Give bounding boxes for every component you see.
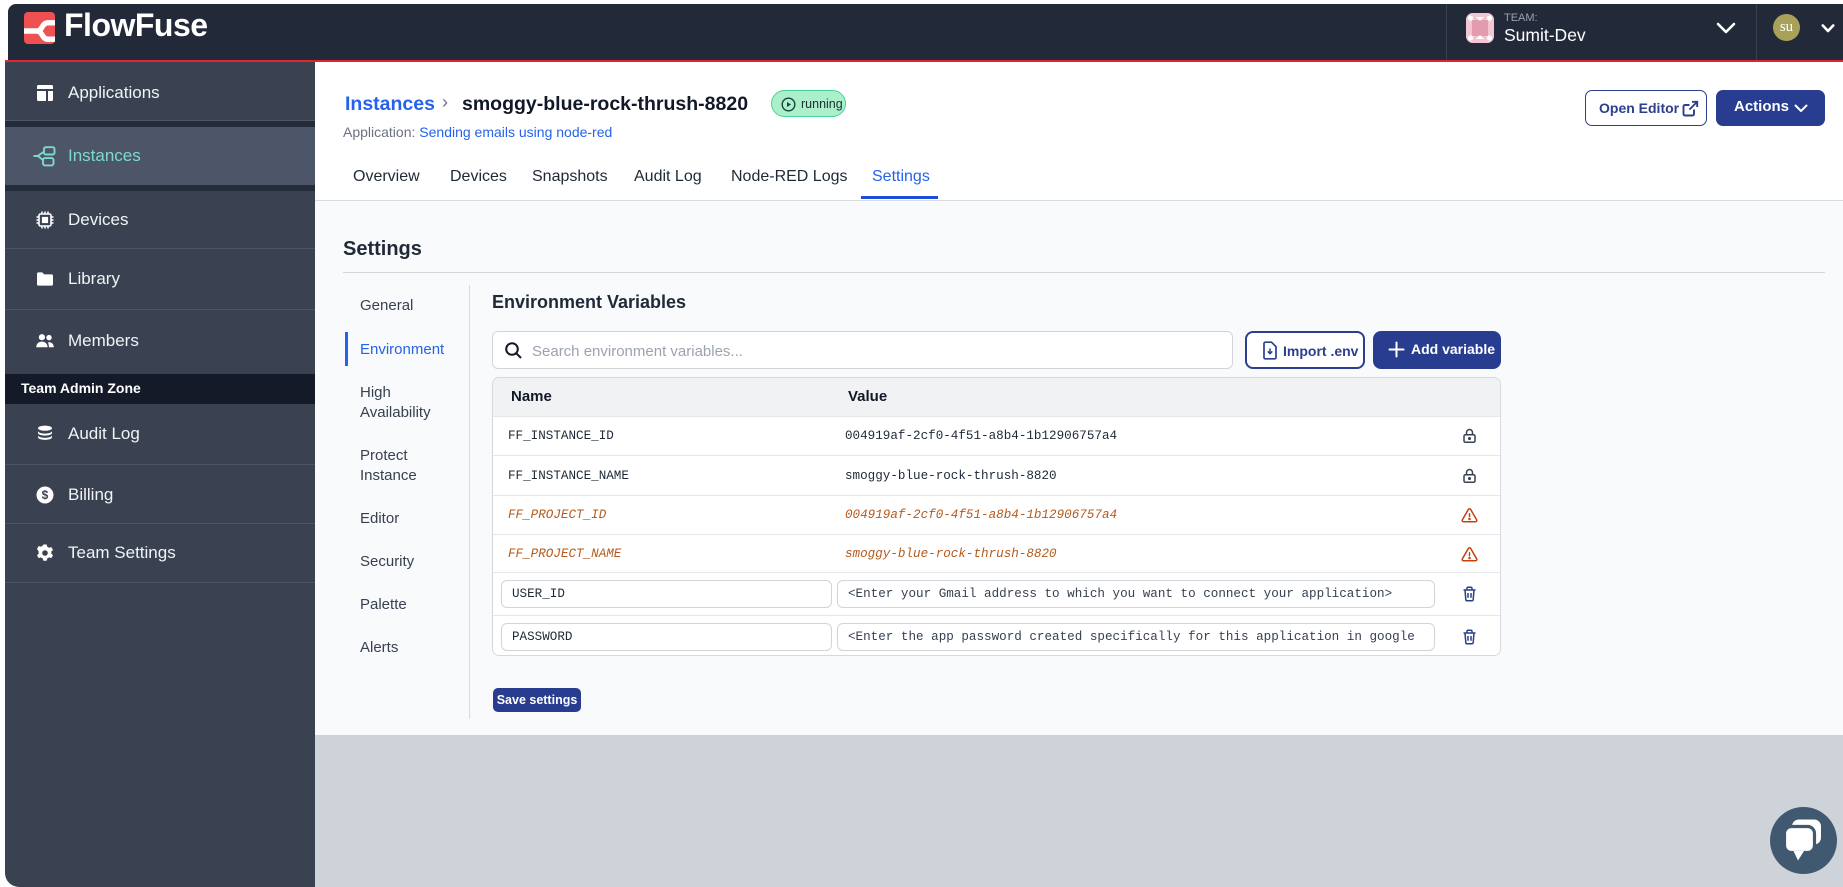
- svg-text:$: $: [42, 488, 49, 502]
